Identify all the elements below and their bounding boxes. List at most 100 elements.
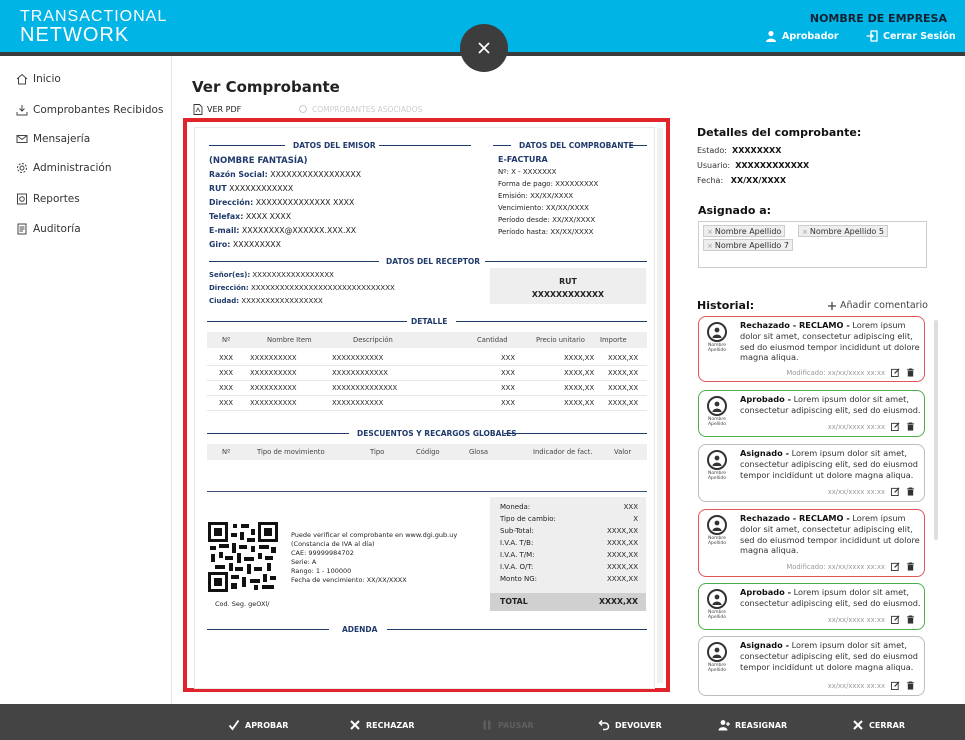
pause-button[interactable]: PAUSAR — [481, 719, 534, 731]
estado-label: Estado: — [697, 146, 727, 155]
table-cell: XXXX,XX — [564, 399, 595, 407]
table-cell: XXXX,XX — [608, 399, 639, 407]
history-card: Nombre Apellido Rechazado - RECLAMO - Lo… — [698, 316, 925, 382]
totals-value: XXX — [623, 503, 638, 511]
assigned-users-input[interactable]: × Nombre Apellido × Nombre Apellido 5 × Nom… — [698, 221, 927, 268]
logo-line-1: TRANSACTIONAL — [20, 8, 168, 25]
receptor-rut-value: XXXXXXXXXXXX — [531, 290, 605, 299]
edit-icon[interactable] — [891, 562, 900, 571]
section-rule — [207, 433, 349, 434]
sidebar-item-label: Comprobantes Recibidos — [33, 104, 164, 116]
sidebar-item-label: Reportes — [33, 193, 80, 205]
mail-icon — [16, 135, 28, 143]
details-usuario: Usuario: XXXXXXXXXXXX — [697, 161, 809, 170]
history-date: xx/xx/xxxx xx:xx — [827, 422, 885, 431]
table-cell: XXXXXXXXXX — [250, 354, 297, 362]
history-status: Aprobado - — [740, 587, 791, 597]
receptor-direccion: Dirección: XXXXXXXXXXXXXXXXXXXXXXXXXXXXX… — [209, 284, 395, 292]
logout-link[interactable]: Cerrar Sesión — [866, 30, 956, 42]
remove-chip-icon[interactable]: × — [802, 228, 808, 236]
reject-button[interactable]: RECHAZAR — [349, 719, 415, 731]
detalle-col-descripcion: Descripción — [353, 336, 393, 344]
reassign-button[interactable]: REASIGNAR — [718, 719, 787, 731]
detalle-title: DETALLE — [411, 317, 448, 326]
verify-line: Rango: 1 - 100000 — [291, 567, 352, 575]
approve-button[interactable]: APROBAR — [228, 719, 288, 731]
document-scrollbar[interactable] — [657, 128, 663, 683]
table-cell: XXXXXXXXXX — [250, 384, 297, 392]
associated-docs-button[interactable]: COMPROBANTES ASOCIADOS — [298, 104, 422, 114]
history-footer: Modificado: xx/xx/xxxx xx:xx — [786, 562, 915, 571]
trash-icon[interactable] — [906, 615, 915, 624]
row-divider — [207, 410, 647, 411]
emisor-direccion: Dirección: XXXXXXXXXXXXXX XXXX — [209, 198, 354, 207]
trash-icon[interactable] — [906, 487, 915, 496]
receptor-rut-label: RUT — [559, 277, 577, 286]
return-button[interactable]: DEVOLVER — [598, 719, 662, 731]
chip-label: Nombre Apellido — [714, 227, 782, 236]
sidebar-item-comprobantes[interactable]: Comprobantes Recibidos — [16, 104, 163, 116]
user-avatar-icon — [712, 647, 722, 658]
user-avatar-icon — [712, 520, 722, 531]
avatar — [707, 589, 727, 609]
section-rule — [209, 145, 285, 146]
history-scrollbar[interactable] — [934, 320, 938, 540]
history-status: Rechazado - RECLAMO - — [740, 513, 850, 523]
history-text: Aprobado - Lorem ipsum dolor sit amet, c… — [740, 587, 922, 609]
edit-icon[interactable] — [891, 368, 900, 377]
remove-chip-icon[interactable]: × — [707, 242, 713, 250]
edit-icon[interactable] — [891, 615, 900, 624]
table-cell: XXX — [501, 399, 515, 407]
assigned-user-chip[interactable]: × Nombre Apellido 5 — [798, 225, 888, 237]
sidebar-item-administracion[interactable]: Administración — [16, 162, 112, 174]
totals-value: XXXX,XX — [607, 539, 638, 547]
edit-icon[interactable] — [891, 422, 900, 431]
table-cell: XXXXXXXXXXXXXX — [332, 384, 398, 392]
emisor-dir-value: XXXXXXXXXXXXXX XXXX — [255, 198, 355, 207]
trash-icon[interactable] — [906, 368, 915, 377]
pdf-icon — [193, 104, 203, 115]
user-avatar-icon — [712, 327, 722, 338]
receptor-senores-value: XXXXXXXXXXXXXXXXX — [252, 271, 334, 279]
security-code: Cod. Seg. geOXl/ — [215, 600, 270, 608]
app-logo[interactable]: TRANSACTIONAL NETWORK — [20, 8, 168, 46]
table-cell: XXX — [219, 369, 233, 377]
trash-icon[interactable] — [906, 422, 915, 431]
sidebar-item-auditoria[interactable]: Auditoría — [16, 223, 81, 235]
history-card: Nombre Apellido Asignado - Lorem ipsum d… — [698, 444, 925, 502]
remove-chip-icon[interactable]: × — [707, 228, 713, 236]
fecha-value: XX/XX/XXXX — [730, 176, 786, 185]
view-pdf-button[interactable]: VER PDF — [193, 104, 241, 115]
assigned-user-chip[interactable]: × Nombre Apellido — [703, 225, 786, 237]
close-viewer-button[interactable] — [460, 24, 508, 72]
detalle-col-precio: Precio unitario — [536, 336, 585, 344]
receptor-ciudad: Ciudad: XXXXXXXXXXXXXXXXX — [209, 297, 323, 305]
receptor-dir-value: XXXXXXXXXXXXXXXXXXXXXXXXXXXXXX — [250, 284, 395, 292]
view-pdf-label: VER PDF — [207, 105, 242, 114]
approver-link[interactable]: Aprobador — [765, 30, 839, 42]
close-button[interactable]: CERRAR — [852, 719, 905, 731]
history-status: Asignado - — [740, 448, 789, 458]
sidebar-item-inicio[interactable]: Inicio — [16, 73, 61, 85]
totals-value: XXXX,XX — [607, 527, 638, 535]
avatar — [707, 642, 727, 662]
row-divider — [207, 380, 647, 381]
invoice-document: DATOS DEL EMISOR (NOMBRE FANTASÍA) Razón… — [195, 128, 654, 688]
edit-icon[interactable] — [891, 681, 900, 690]
emisor-email-value: XXXXXXXX@XXXXXX.XXX.XX — [241, 226, 357, 235]
emisor-email: E-mail: XXXXXXXX@XXXXXX.XXX.XX — [209, 226, 356, 235]
trash-icon[interactable] — [906, 681, 915, 690]
totals-value: X — [633, 515, 638, 523]
sidebar-item-reportes[interactable]: Reportes — [16, 193, 80, 205]
assigned-user-chip[interactable]: × Nombre Apellido 7 — [703, 239, 793, 251]
descuentos-col: Valor — [614, 448, 632, 456]
sidebar-item-mensajeria[interactable]: Mensajería — [16, 133, 90, 145]
document-viewer: DATOS DEL EMISOR (NOMBRE FANTASÍA) Razón… — [183, 118, 670, 692]
plus-icon — [828, 301, 836, 310]
add-comment-button[interactable]: Añadir comentario — [827, 300, 928, 311]
emisor-rut-value: XXXXXXXXXXXX — [229, 184, 294, 193]
chip-label: Nombre Apellido 5 — [809, 227, 884, 236]
emisor-giro-label: Giro: — [209, 240, 231, 249]
edit-icon[interactable] — [891, 487, 900, 496]
trash-icon[interactable] — [906, 562, 915, 571]
